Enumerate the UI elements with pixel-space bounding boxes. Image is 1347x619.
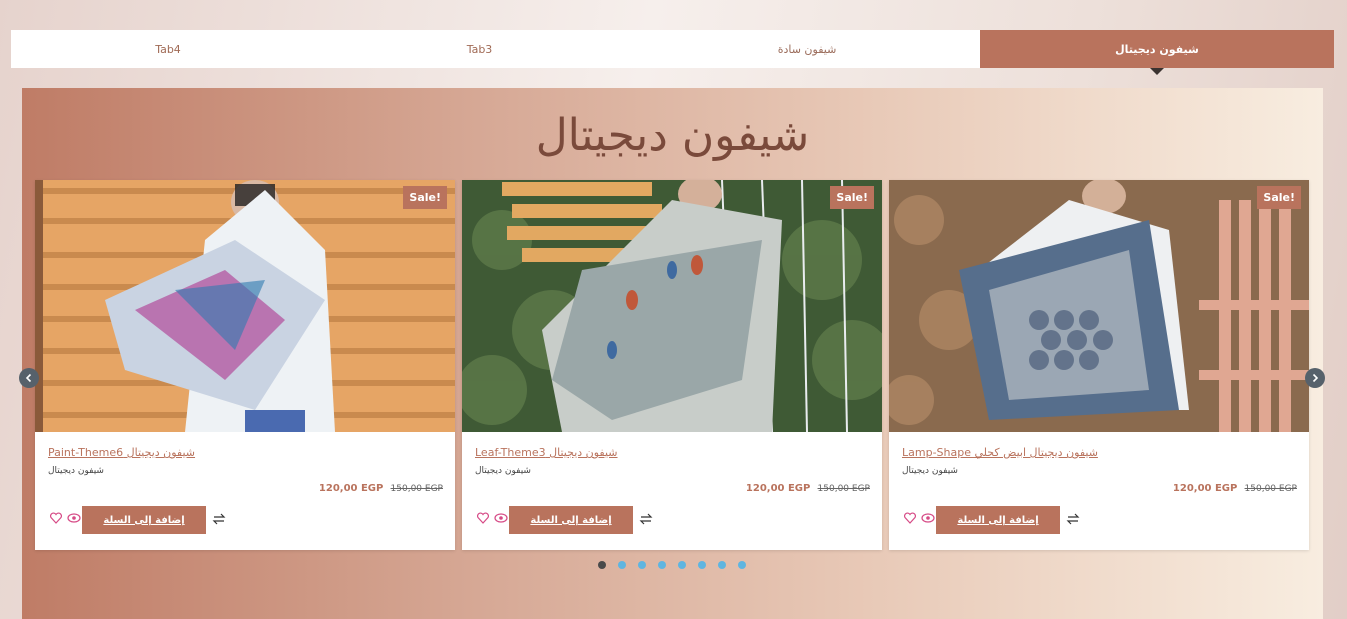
price-current: 120,00 EGP [318, 483, 384, 494]
price-old: 150,00 EGP [1244, 484, 1297, 494]
carousel-dot[interactable] [658, 561, 666, 569]
product-category: شيفون ديجيتال [475, 466, 531, 476]
sale-badge: Sale! [403, 186, 447, 209]
product-image[interactable]: Sale! [35, 180, 455, 432]
carousel-dot[interactable] [618, 561, 626, 569]
carousel-dot[interactable] [698, 561, 706, 569]
product-price: 120,00 EGP 150,00 EGP [319, 483, 443, 494]
carousel-next-button[interactable] [1305, 368, 1325, 388]
sale-badge: Sale! [830, 186, 874, 209]
product-image[interactable]: Sale! [462, 180, 882, 432]
eye-icon[interactable] [67, 512, 81, 524]
product-photo-paint [35, 180, 455, 432]
product-price: 120,00 EGP 150,00 EGP [1173, 483, 1297, 494]
product-photo-lamp [889, 180, 1309, 432]
product-category: شيفون ديجيتال [902, 466, 958, 476]
carousel-dot[interactable] [718, 561, 726, 569]
product-photo-leaf [462, 180, 882, 432]
add-to-cart-button[interactable]: إضافة إلى السلة [82, 506, 206, 534]
product-image[interactable]: Sale! [889, 180, 1309, 432]
carousel-dot[interactable] [678, 561, 686, 569]
price-current: 120,00 EGP [745, 483, 811, 494]
add-to-cart-button[interactable]: إضافة إلى السلة [509, 506, 633, 534]
price-old: 150,00 EGP [390, 484, 443, 494]
carousel-dots [598, 561, 746, 569]
eye-icon[interactable] [494, 512, 508, 524]
chevron-left-icon [25, 373, 32, 383]
price-current: 120,00 EGP [1172, 483, 1238, 494]
carousel-dot[interactable] [638, 561, 646, 569]
product-title-link[interactable]: شيفون ديجيتال Paint-Theme6 [48, 446, 195, 459]
product-category: شيفون ديجيتال [48, 466, 104, 476]
tab-4[interactable]: Tab4 [11, 30, 325, 68]
add-to-cart-button[interactable]: إضافة إلى السلة [936, 506, 1060, 534]
tab-plain-chiffon[interactable]: شيفون سادة [634, 30, 980, 68]
tab-digital-chiffon[interactable]: شيفون ديجيتال [980, 30, 1334, 68]
tab-bar: Tab4 Tab3 شيفون سادة شيفون ديجيتال [11, 30, 1334, 68]
carousel-dot[interactable] [738, 561, 746, 569]
eye-icon[interactable] [921, 512, 935, 524]
compare-icon[interactable] [1066, 512, 1080, 526]
compare-icon[interactable] [212, 512, 226, 526]
section-title: شيفون ديجيتال [535, 110, 810, 161]
product-title-link[interactable]: شيفون ديجيتال Leaf-Theme3 [475, 446, 618, 459]
product-title-link[interactable]: شيفون ديجيتال ابيض كحلي Lamp-Shape [902, 446, 1098, 459]
carousel-prev-button[interactable] [19, 368, 39, 388]
card-actions: إضافة إلى السلة [48, 506, 238, 534]
product-card: Sale! شيفون ديجيتال Paint-Theme6 شيفون د… [35, 180, 455, 550]
price-old: 150,00 EGP [817, 484, 870, 494]
product-price: 120,00 EGP 150,00 EGP [746, 483, 870, 494]
product-card: Sale! شيفون ديجيتال ابيض كحلي Lamp-Shape… [889, 180, 1309, 550]
carousel-dot[interactable] [598, 561, 606, 569]
card-actions: إضافة إلى السلة [902, 506, 1092, 534]
product-card: Sale! شيفون ديجيتال Leaf-Theme3 شيفون دي… [462, 180, 882, 550]
tab-3[interactable]: Tab3 [325, 30, 634, 68]
sale-badge: Sale! [1257, 186, 1301, 209]
compare-icon[interactable] [639, 512, 653, 526]
heart-icon[interactable] [50, 512, 62, 524]
heart-icon[interactable] [904, 512, 916, 524]
card-actions: إضافة إلى السلة [475, 506, 665, 534]
heart-icon[interactable] [477, 512, 489, 524]
chevron-right-icon [1312, 373, 1319, 383]
